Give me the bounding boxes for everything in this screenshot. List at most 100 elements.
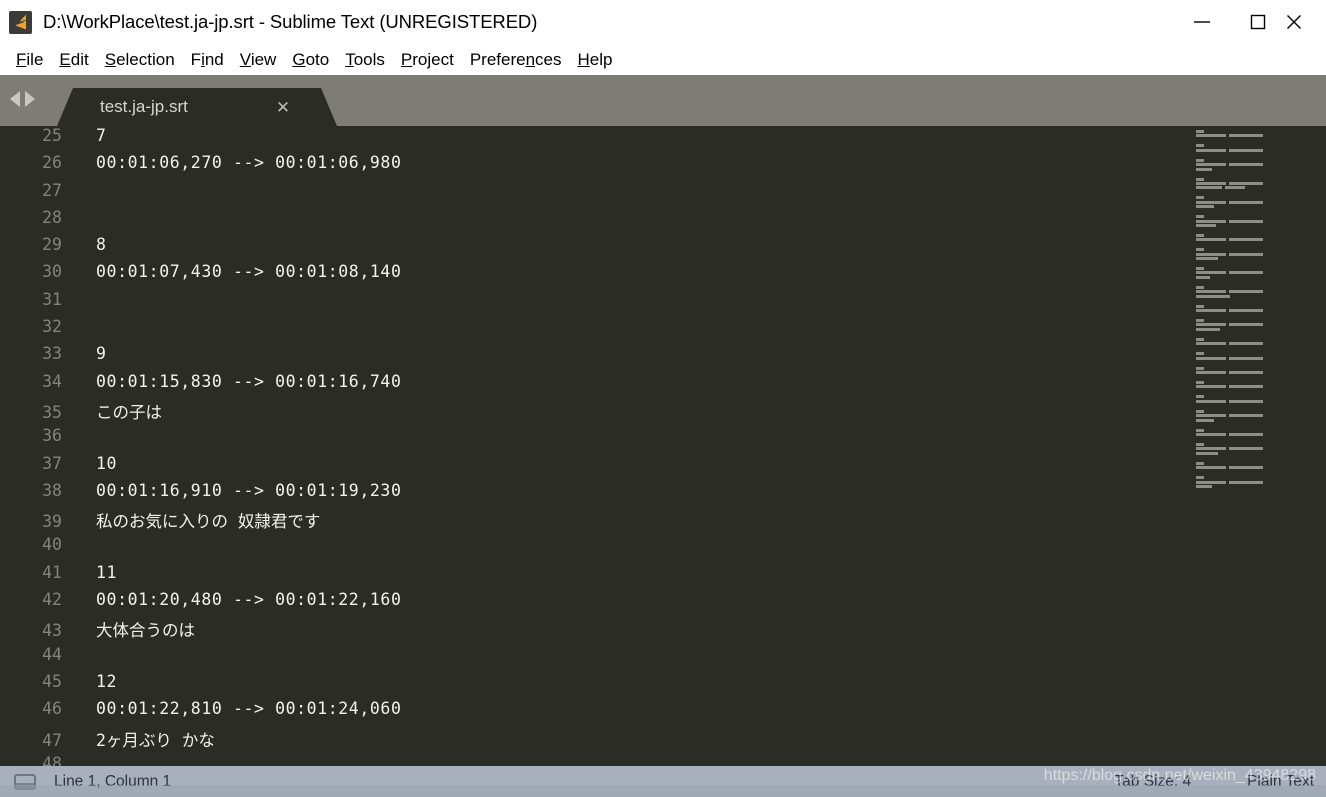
line-number: 39 [42,512,62,532]
minimap-segment [1196,409,1204,413]
code-line-text[interactable]: 12 [76,672,1190,691]
code-line[interactable]: 28 [0,208,1190,235]
minimap-row [1196,461,1290,465]
minimap-segment [1196,186,1222,190]
minimap-row [1196,267,1290,271]
minimap-block [1190,319,1290,331]
arrow-right-icon[interactable] [25,91,35,107]
code-line[interactable]: 29 8 [0,235,1190,262]
minimap-row [1196,409,1290,413]
arrow-left-icon[interactable] [10,91,20,107]
code-line-text[interactable]: 00:01:20,480 --> 00:01:22,160 [76,590,1190,609]
minimap-segment [1196,366,1204,370]
minimap-segment [1196,466,1226,470]
code-lines-container[interactable]: 25 7 26 00:01:06,270 --> 00:01:06,980 27 28 29… [0,126,1190,766]
menu-item-project[interactable]: Project [393,50,462,70]
code-line[interactable]: 26 00:01:06,270 --> 00:01:06,980 [0,153,1190,180]
code-line[interactable]: 41 11 [0,563,1190,590]
minimap-segment [1196,148,1226,152]
editor-area[interactable]: 25 7 26 00:01:06,270 --> 00:01:06,980 27 28 29… [0,126,1326,766]
menu-item-help[interactable]: Help [570,50,621,70]
menu-item-preferences[interactable]: Preferences [462,50,570,70]
minimap-row [1196,177,1290,181]
code-line-text[interactable]: 大体合うのは [76,617,1190,641]
code-line-text[interactable]: 00:01:07,430 --> 00:01:08,140 [76,262,1190,281]
code-line-text[interactable]: 11 [76,563,1190,582]
menu-item-file[interactable]: File [8,50,51,70]
menu-item-goto[interactable]: Goto [284,50,337,70]
code-line[interactable]: 32 [0,317,1190,344]
menu-item-selection[interactable]: Selection [97,50,183,70]
code-line-text[interactable]: 00:01:16,910 --> 00:01:19,230 [76,481,1190,500]
code-line[interactable]: 44 [0,645,1190,672]
minimize-button[interactable] [1174,0,1230,44]
minimap-row [1196,130,1290,133]
tab-navigation-arrows [10,91,35,107]
tab-test-ja-jp-srt[interactable]: test.ja-jp.srt ✕ [57,88,337,126]
code-line[interactable]: 25 7 [0,126,1190,153]
code-line[interactable]: 47 2ヶ月ぶり かな [0,727,1190,754]
minimap-segment [1196,163,1226,167]
code-line[interactable]: 39 私のお気に入りの 奴隷君です [0,508,1190,535]
menu-item-find[interactable]: Find [183,50,232,70]
tab-label: test.ja-jp.srt [100,97,188,116]
minimap-segment [1196,385,1226,389]
minimap-segment [1196,233,1204,237]
line-number: 42 [42,590,62,610]
minimap-scrollbar-track[interactable] [1290,126,1326,766]
code-line-text[interactable]: 2ヶ月ぶり かな [76,727,1190,751]
code-line[interactable]: 37 10 [0,454,1190,481]
minimap-segment [1196,215,1204,219]
code-line[interactable]: 48 [0,754,1190,766]
minimap-segment [1196,177,1204,181]
minimap-row [1196,181,1290,185]
maximize-button[interactable] [1230,0,1286,44]
code-line[interactable]: 43 大体合うのは [0,617,1190,644]
menu-item-tools[interactable]: Tools [337,50,393,70]
minimap-segment [1196,285,1204,289]
minimap-segment [1196,294,1230,298]
code-line-text[interactable]: 7 [76,126,1190,145]
code-line-text[interactable]: 00:01:15,830 --> 00:01:16,740 [76,372,1190,391]
code-line-text[interactable]: 私のお気に入りの 奴隷君です [76,508,1190,532]
minimap-block [1190,337,1290,346]
minimap-segment [1196,304,1204,308]
minimap[interactable] [1190,126,1290,766]
code-line[interactable]: 34 00:01:15,830 --> 00:01:16,740 [0,372,1190,399]
minimap-segment [1229,323,1263,327]
line-number: 28 [42,207,62,227]
code-line-text[interactable]: 00:01:22,810 --> 00:01:24,060 [76,699,1190,718]
menu-item-view[interactable]: View [232,50,285,70]
minimap-segment [1229,342,1263,346]
minimap-segment [1196,275,1210,279]
code-line-text[interactable]: 9 [76,344,1190,363]
minimap-row [1196,323,1290,327]
code-line[interactable]: 27 [0,181,1190,208]
minimap-segment [1196,352,1204,356]
menu-bar: File Edit Selection Find View Goto Tools Projec… [0,44,1326,75]
minimap-row [1196,148,1290,152]
code-line[interactable]: 38 00:01:16,910 --> 00:01:19,230 [0,481,1190,508]
menu-item-edit[interactable]: Edit [51,50,96,70]
minimap-block [1190,233,1290,242]
code-line[interactable]: 42 00:01:20,480 --> 00:01:22,160 [0,590,1190,617]
code-line[interactable]: 35 この子は [0,399,1190,426]
minimap-block [1190,285,1290,298]
code-line-text[interactable]: 10 [76,454,1190,473]
code-line-text[interactable]: この子は [76,399,1190,423]
code-line[interactable]: 31 [0,290,1190,317]
minimap-segment [1229,356,1263,360]
code-line[interactable]: 40 [0,535,1190,562]
code-line[interactable]: 36 [0,426,1190,453]
code-line-text[interactable]: 8 [76,235,1190,254]
close-button[interactable] [1286,0,1326,44]
close-tab-icon[interactable]: ✕ [273,97,293,117]
code-line[interactable]: 33 9 [0,344,1190,371]
code-line-text[interactable]: 00:01:06,270 --> 00:01:06,980 [76,153,1190,172]
minimap-row [1196,304,1290,308]
minimap-segment [1196,238,1226,242]
line-number: 29 [42,235,62,255]
code-line[interactable]: 30 00:01:07,430 --> 00:01:08,140 [0,262,1190,289]
code-line[interactable]: 45 12 [0,672,1190,699]
code-line[interactable]: 46 00:01:22,810 --> 00:01:24,060 [0,699,1190,726]
